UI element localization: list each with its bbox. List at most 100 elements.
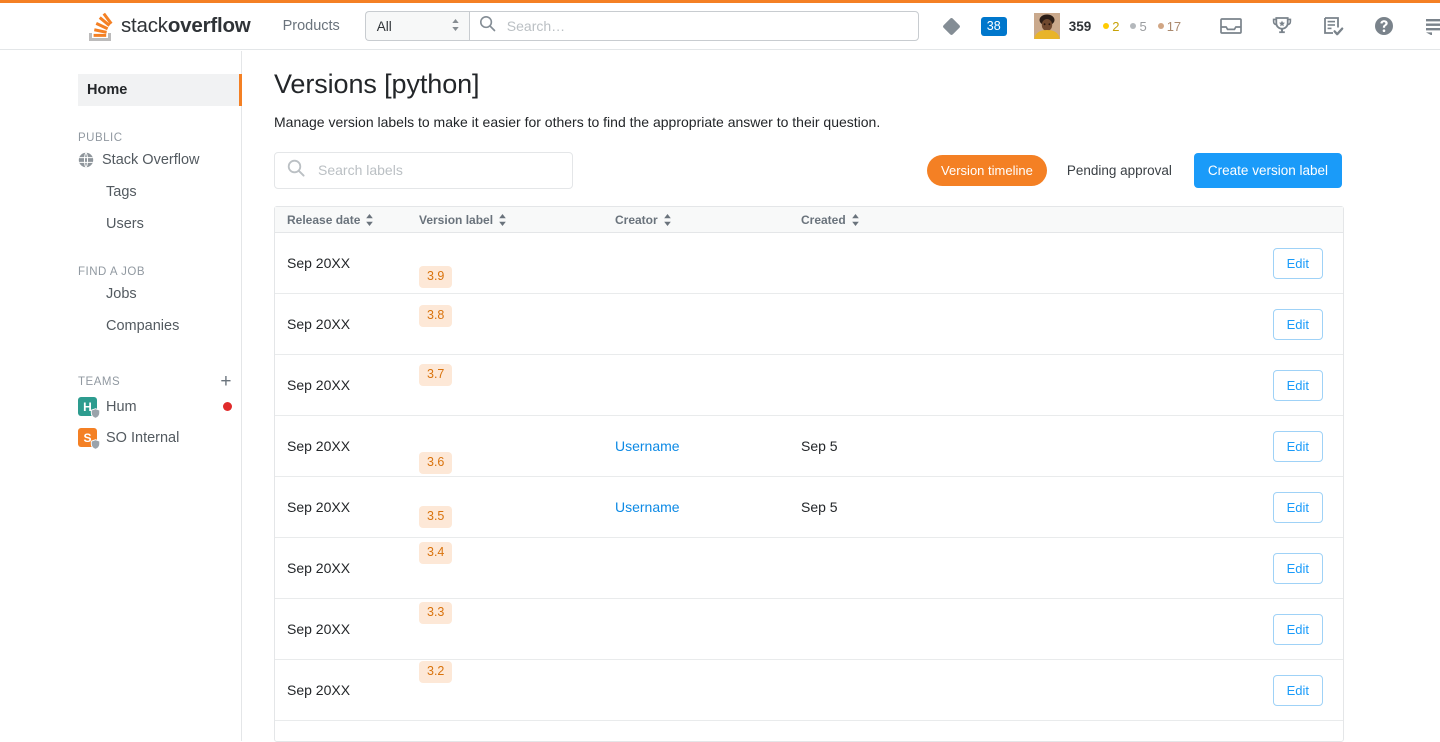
version-label-tag[interactable]: 3.7 [419,364,453,386]
cell-created: Sep 5 [801,438,838,454]
creator-link[interactable]: Username [615,499,680,515]
edit-button[interactable]: Edit [1272,369,1323,401]
sidebar-item-jobs-label: Jobs [106,286,137,302]
inbox-icon[interactable] [1220,15,1243,37]
sidebar-item-stack-overflow-label: Stack Overflow [102,152,200,168]
cell-actions: Edit [1001,552,1343,584]
sidebar-item-tags-label: Tags [106,184,137,200]
cell-creator: Username [615,438,801,454]
edit-button[interactable]: Edit [1272,674,1323,706]
silver-badge[interactable]: 5 [1130,19,1147,34]
label-search-box[interactable] [274,151,573,189]
main-content: Versions [python] Manage version labels … [242,51,1440,742]
sidebar-item-team-so-internal[interactable]: S SO Internal [78,422,242,453]
version-label-tag[interactable]: 3.5 [419,506,453,528]
cell-version-label: 3.4 [419,542,615,579]
reputation-score: 359 [1068,18,1092,34]
edit-button[interactable]: Edit [1272,308,1323,340]
header-user-area: 38 359 2 5 17 [942,13,1440,39]
edit-button[interactable]: Edit [1272,247,1323,279]
search-scope-select[interactable]: All [364,11,469,41]
search-scope-value: All [376,18,392,34]
edit-button[interactable]: Edit [1272,613,1323,645]
table-row: Sep 20XX 3.8 Edit [275,294,1343,355]
cell-release-date: Sep 20XX [287,255,351,271]
header-search-box[interactable] [468,11,919,41]
sidebar-item-home[interactable]: Home [78,74,242,106]
sidebar-item-companies[interactable]: Companies [78,310,241,342]
cell-actions: Edit [1001,369,1343,401]
silver-badge-icon [1130,23,1137,29]
column-header-creator-label: Creator [615,212,658,227]
sidebar-item-team-hum-label: Hum [106,398,137,415]
column-header-release-date[interactable]: Release date [275,213,419,227]
sort-icon [663,213,672,226]
avatar[interactable] [1033,13,1060,39]
column-header-created[interactable]: Created [801,213,1001,227]
sidebar-item-tags[interactable]: Tags [78,176,241,208]
sidebar-item-stack-overflow[interactable]: Stack Overflow [78,144,241,176]
logo-text-bold: overflow [167,14,251,37]
cell-created: Sep 5 [801,499,838,515]
table-row: Sep 20XX 3.9 Edit [275,233,1343,294]
version-label-tag[interactable]: 3.3 [419,602,453,624]
bronze-badge[interactable]: 17 [1157,19,1181,34]
cell-actions: Edit [1001,613,1343,645]
create-version-label-button[interactable]: Create version label [1193,152,1342,188]
toolbar-actions: Version timeline Pending approval Create… [927,152,1342,188]
sidebar-item-jobs[interactable]: Jobs [78,278,241,310]
version-label-tag[interactable]: 3.2 [419,661,453,683]
cell-version-label: 3.6 [419,435,615,474]
version-label-tag[interactable]: 3.9 [419,266,453,288]
teams-diamond-icon[interactable] [942,16,961,36]
table-row: Sep 20XX 3.3 Edit [275,599,1343,660]
bronze-badge-icon [1157,23,1164,29]
tab-version-timeline[interactable]: Version timeline [927,154,1047,186]
creator-link[interactable]: Username [615,438,680,454]
add-team-button[interactable]: + [220,372,232,391]
column-header-creator[interactable]: Creator [615,213,801,227]
stack-overflow-logo[interactable]: stackoverflow [88,3,251,50]
edit-button[interactable]: Edit [1272,491,1323,523]
sidebar-section-teams-label: TEAMS [78,375,121,388]
badge-group: 2 5 17 [1103,19,1192,34]
sort-icon [498,213,507,226]
sidebar-item-team-hum[interactable]: H Hum [78,391,242,422]
trophy-icon[interactable] [1271,15,1293,37]
table-row: Sep 20XX 3.7 Edit [275,355,1343,416]
table-row [275,721,1343,741]
help-icon[interactable] [1373,15,1395,37]
header-search-input[interactable] [504,17,905,35]
edit-button[interactable]: Edit [1272,552,1323,584]
sidebar-item-users-label: Users [106,216,144,232]
cell-actions: Edit [1001,247,1343,279]
cell-version-label: 3.5 [419,496,615,528]
cell-version-label: 3.7 [419,364,615,396]
nav-products[interactable]: Products [283,18,340,34]
cell-release-date: Sep 20XX [287,621,351,637]
cell-version-label: 3.3 [419,602,615,640]
column-header-version-label[interactable]: Version label [419,213,615,227]
hamburger-icon[interactable] [1424,15,1440,37]
logo-text: stackoverflow [121,14,251,38]
version-label-tag[interactable]: 3.4 [419,542,453,564]
sidebar-section-find-a-job: FIND A JOB [78,266,242,278]
gold-badge[interactable]: 2 [1103,19,1119,34]
edit-button[interactable]: Edit [1272,430,1323,462]
cell-version-label: 3.2 [419,661,615,701]
teams-count-badge[interactable]: 38 [980,16,1007,36]
sidebar-section-public: PUBLIC [78,132,242,144]
team-so-internal-icon: S [78,428,101,450]
logo-text-light: stack [121,14,168,37]
page-title: Versions [python] [274,69,480,99]
tab-pending-approval[interactable]: Pending approval [1067,163,1172,178]
sidebar-item-users[interactable]: Users [78,208,241,240]
version-label-tag[interactable]: 3.6 [419,452,453,474]
cell-release-date: Sep 20XX [287,560,351,576]
review-icon[interactable] [1322,15,1344,37]
version-label-tag[interactable]: 3.8 [419,305,453,327]
shield-badge-icon [90,408,101,419]
label-search-input[interactable] [316,161,556,179]
sidebar-item-home-label: Home [87,82,128,98]
cell-actions: Edit [1001,308,1343,340]
